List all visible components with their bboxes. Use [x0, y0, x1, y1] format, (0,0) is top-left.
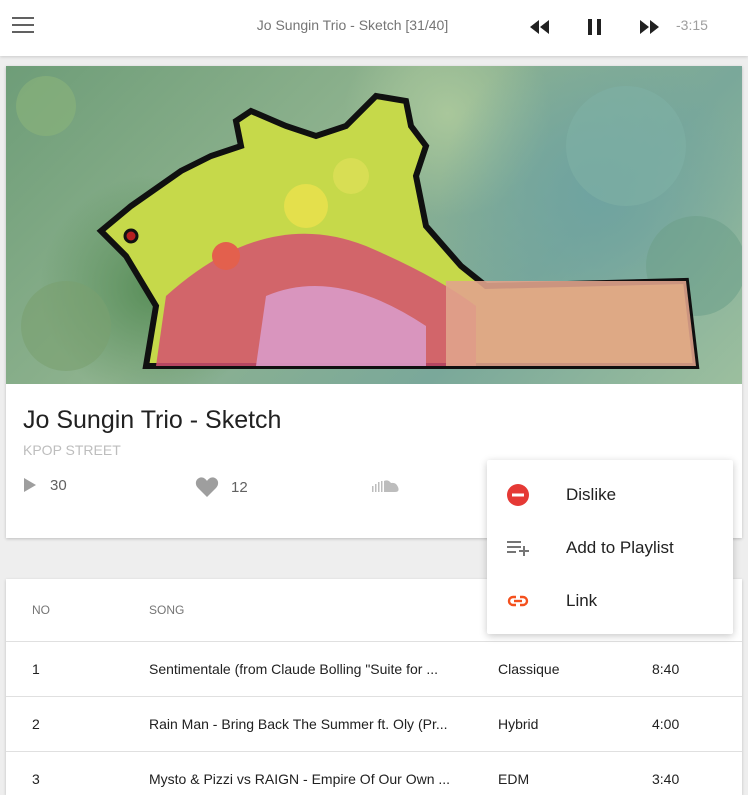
row-genre: Classique: [498, 661, 560, 677]
menu-item-add-to-playlist[interactable]: Add to Playlist: [487, 521, 733, 574]
row-genre: Hybrid: [498, 716, 539, 732]
time-remaining: -3:15: [676, 17, 708, 33]
menu-item-label: Link: [566, 591, 598, 610]
row-duration: 8:40: [652, 661, 680, 677]
table-row[interactable]: 1 Sentimentale (from Claude Bolling "Sui…: [6, 642, 742, 697]
like-count-value: 12: [231, 478, 248, 496]
song-artist: KPOP STREET: [23, 442, 121, 458]
column-header-no[interactable]: NO: [32, 603, 50, 617]
row-song: Mysto & Pizzi vs RAIGN - Empire Of Our O…: [149, 771, 451, 787]
menu-item-link[interactable]: Link: [487, 574, 733, 627]
song-title: Jo Sungin Trio - Sketch: [23, 406, 282, 434]
row-number: 3: [32, 771, 40, 787]
soundcloud-icon[interactable]: [372, 479, 400, 498]
now-playing-title: Jo Sungin Trio - Sketch [31/40]: [256, 17, 449, 33]
play-icon[interactable]: [22, 476, 38, 494]
album-artwork: [6, 66, 742, 384]
top-bar: Jo Sungin Trio - Sketch [31/40] -3:15: [0, 0, 748, 56]
fast-forward-icon[interactable]: [637, 16, 661, 38]
heart-icon[interactable]: [195, 476, 219, 498]
row-song: Sentimentale (from Claude Bolling "Suite…: [149, 661, 438, 677]
rewind-icon[interactable]: [528, 16, 552, 38]
dislike-icon: [506, 483, 530, 507]
pause-icon[interactable]: [583, 16, 607, 38]
like-count: 12: [195, 476, 248, 498]
row-number: 1: [32, 661, 40, 677]
row-number: 2: [32, 716, 40, 732]
table-row[interactable]: 2 Rain Man - Bring Back The Summer ft. O…: [6, 697, 742, 752]
row-genre: EDM: [498, 771, 530, 787]
menu-item-label: Add to Playlist: [566, 538, 674, 557]
song-context-menu: Dislike Add to Playlist Link: [487, 460, 733, 634]
menu-item-dislike[interactable]: Dislike: [487, 468, 733, 521]
menu-item-label: Dislike: [566, 485, 617, 504]
row-duration: 3:40: [652, 771, 680, 787]
playlist-add-icon: [506, 536, 530, 560]
table-row[interactable]: 3 Mysto & Pizzi vs RAIGN - Empire Of Our…: [6, 752, 742, 795]
play-count: 30: [22, 476, 67, 494]
link-icon: [506, 589, 530, 613]
column-header-song[interactable]: SONG: [149, 603, 184, 617]
row-duration: 4:00: [652, 716, 680, 732]
hamburger-icon[interactable]: [12, 17, 34, 35]
play-count-value: 30: [50, 476, 67, 494]
row-song: Rain Man - Bring Back The Summer ft. Oly…: [149, 716, 448, 732]
